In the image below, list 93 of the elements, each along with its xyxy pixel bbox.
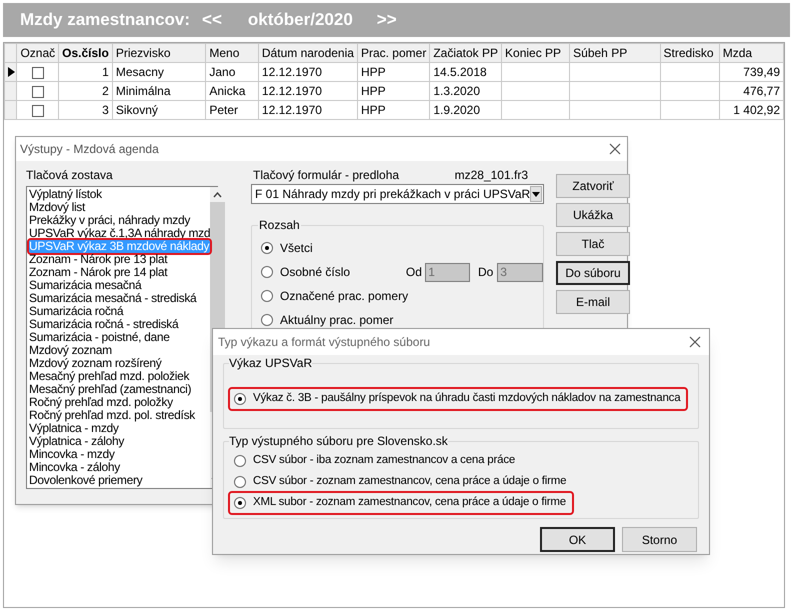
checkbox[interactable] xyxy=(32,66,44,79)
field-label: Od xyxy=(406,264,423,281)
list-item[interactable]: Zoznam - Nárok pre 13 plat xyxy=(29,253,210,266)
table-cell: Mesacny xyxy=(112,62,206,82)
column-header[interactable]: Dátum narodenia xyxy=(258,44,358,62)
group-label: Rozsah xyxy=(258,218,301,232)
list-item[interactable]: Mincovka - zálohy xyxy=(29,461,210,474)
radio-button[interactable] xyxy=(234,476,246,488)
table-cell: 1.3.2020 xyxy=(430,82,502,100)
close-button[interactable] xyxy=(689,336,701,348)
table-cell: 12.12.1970 xyxy=(258,100,358,120)
table-cell: 1 402,92 xyxy=(719,100,784,120)
field-label: Tlačový formulár - predloha xyxy=(253,168,400,182)
table-cell: Peter xyxy=(206,100,258,120)
list-item[interactable]: Mzdový zoznam rozšírený xyxy=(29,357,210,370)
table-cell: 739,49 xyxy=(719,62,784,82)
column-header[interactable]: Mzda xyxy=(719,44,784,62)
field-label: Do xyxy=(478,264,494,281)
column-header[interactable]: Koniec PP xyxy=(502,44,570,62)
column-header[interactable]: Priezvisko xyxy=(112,44,206,62)
list-item[interactable]: Mesačný prehľad mzd. položiek xyxy=(29,370,210,383)
dialog-button[interactable]: E-mail xyxy=(556,290,630,314)
column-header[interactable]: Označ xyxy=(16,44,59,62)
dialog-button[interactable]: Do súboru xyxy=(556,261,630,285)
group-label: Výkaz UPSVaR xyxy=(229,356,312,370)
list-item[interactable]: Mincovka - mzdy xyxy=(29,448,210,461)
radio-label[interactable]: XML subor - zoznam zamestnancov, cena práce a údaje o firme xyxy=(253,494,568,512)
table-cell: Minimálna xyxy=(112,82,206,100)
list-item[interactable]: Výplatnica - zálohy xyxy=(29,435,210,448)
checkbox[interactable] xyxy=(32,104,44,117)
dropdown-arrow-icon xyxy=(532,192,540,196)
column-header[interactable]: Súbeh PP xyxy=(570,44,660,62)
table-cell: 1 xyxy=(58,62,112,82)
radio-label[interactable]: Výkaz č. 3B - paušálny príspevok na úhradu časti mzdových nákladov na zamestnanca xyxy=(253,390,682,408)
list-item[interactable]: Sumarizácia ročná xyxy=(29,305,210,318)
table-cell: 476,77 xyxy=(719,82,784,100)
list-item[interactable]: Sumarizácia mesačná xyxy=(29,279,210,292)
radio-button[interactable] xyxy=(234,496,246,508)
file-name-label: mz28_101.fr3 xyxy=(454,168,528,182)
radio-button[interactable] xyxy=(234,392,246,404)
list-item[interactable]: Mzdový zoznam xyxy=(29,344,210,357)
row-header[interactable] xyxy=(4,62,17,82)
list-item[interactable]: Sumarizácia mesačná - strediská xyxy=(29,292,210,305)
column-header[interactable]: Začiatok PP xyxy=(430,44,502,62)
table-cell: 2 xyxy=(58,82,112,100)
list-item[interactable]: Prekážky v práci, náhrady mzdy xyxy=(29,214,210,227)
list-item[interactable]: Ročný prehľad mzd. položky xyxy=(29,396,210,409)
dialog-button[interactable]: Ukážka xyxy=(556,203,630,227)
dialog-button[interactable]: Storno xyxy=(622,527,697,552)
radio-label[interactable]: CSV súbor - iba zoznam zamestnancov a cena práce xyxy=(253,452,518,470)
list-item[interactable]: Dovolenkové priemery xyxy=(29,474,210,487)
radio-label[interactable]: CSV súbor - zoznam zamestnancov, cena práce a údaje o firme xyxy=(253,472,568,490)
dropdown[interactable]: F 01 Náhrady mzdy pri prekážkach v práci UPSVaR xyxy=(251,184,544,204)
current-row-icon xyxy=(8,67,15,77)
window-title: Typ výkazu a formát výstupného súboru xyxy=(218,334,430,351)
column-header[interactable]: Os.číslo xyxy=(58,44,112,62)
scroll-up-icon xyxy=(213,192,222,198)
field-label: Tlačová zostava xyxy=(26,168,114,182)
table-cell: 12.12.1970 xyxy=(258,82,358,100)
group-label: Typ výstupného súboru pre Slovensko.sk xyxy=(229,434,448,448)
table-cell: HPP xyxy=(357,100,430,120)
list-item[interactable]: Ročný prehľad mzd. pol. stredísk xyxy=(29,409,210,422)
list-item[interactable]: Sumarizácia ročná - strediská xyxy=(29,318,210,331)
list-item[interactable]: Výplatnica - mzdy xyxy=(29,422,210,435)
list-item[interactable]: Sumarizácia - poistné, dane xyxy=(29,331,210,344)
table-cell: Anicka xyxy=(206,82,258,100)
close-icon xyxy=(689,336,701,348)
page-title: Mzdy zamestnancov: xyxy=(20,9,190,32)
list-item[interactable]: Mesačný prehľad (zamestnanci) xyxy=(29,383,210,396)
table-cell: Jano xyxy=(206,62,258,82)
table-cell: HPP xyxy=(357,82,430,100)
close-icon xyxy=(609,143,621,155)
table-cell: 1.9.2020 xyxy=(430,100,502,120)
dialog-button[interactable]: Zatvoriť xyxy=(556,174,630,198)
window-title: Výstupy - Mzdová agenda xyxy=(20,141,159,158)
dialog-button[interactable]: OK xyxy=(540,527,615,552)
period-label: október/2020 xyxy=(248,9,353,32)
column-header[interactable]: Meno xyxy=(206,44,258,62)
checkbox[interactable] xyxy=(32,86,44,98)
radio-button[interactable] xyxy=(234,454,246,466)
list-item[interactable]: UPSVaR výkaz č.1,3A náhrady mzd xyxy=(29,227,210,240)
list-item[interactable]: Mzdový list xyxy=(29,201,210,214)
table-cell: Sikovný xyxy=(112,100,206,120)
list-item[interactable]: Zoznam - Nárok pre 14 plat xyxy=(29,266,210,279)
column-header[interactable]: Prac. pomer xyxy=(357,44,430,62)
close-button[interactable] xyxy=(609,143,621,155)
dialog-button[interactable]: Tlač xyxy=(556,232,630,256)
table-cell: 14.5.2018 xyxy=(430,62,502,82)
table-cell: HPP xyxy=(357,62,430,82)
list-item[interactable]: Výplatný lístok xyxy=(29,188,210,201)
table-cell: 3 xyxy=(58,100,112,120)
table-cell: 12.12.1970 xyxy=(258,62,358,82)
column-header[interactable]: Stredisko xyxy=(660,44,720,62)
